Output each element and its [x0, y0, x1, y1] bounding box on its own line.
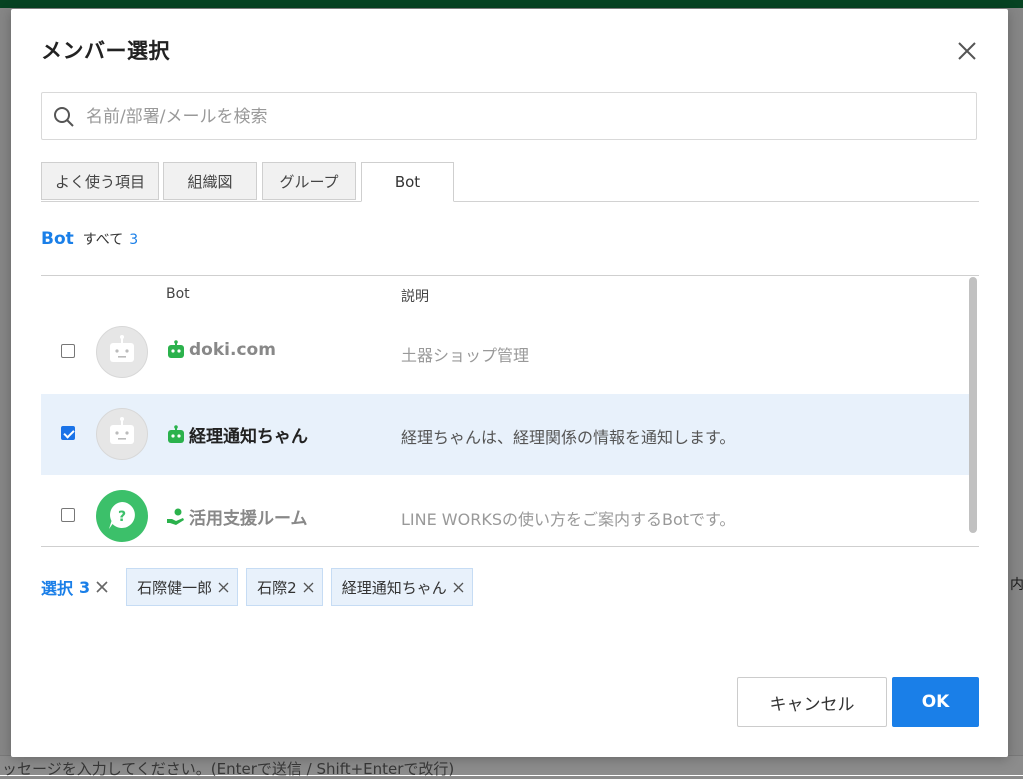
row-checkbox[interactable] [61, 426, 75, 440]
clear-selection-icon[interactable] [94, 579, 110, 595]
tab-bot[interactable]: Bot [361, 162, 454, 202]
ok-button[interactable]: OK [892, 677, 979, 727]
bot-name: 経理通知ちゃん [166, 422, 308, 447]
tab-org-chart[interactable]: 組織図 [163, 162, 257, 200]
section-header: Bot すべて 3 [41, 229, 138, 249]
robot-avatar-icon [96, 326, 148, 378]
chip-label: 石際2 [257, 578, 297, 597]
bot-icon [168, 340, 184, 358]
bot-name: 活用支援ルーム [166, 504, 308, 529]
tab-groups[interactable]: グループ [262, 162, 356, 200]
section-name: Bot [41, 229, 74, 249]
member-select-dialog: メンバー選択 よく使う項目 組織図 グループ Bot Bot すべて 3 Bot… [11, 9, 1008, 757]
bot-description: 経理ちゃんは、経理関係の情報を通知します。 [401, 428, 736, 447]
row-checkbox[interactable] [61, 344, 75, 358]
search-input[interactable] [84, 101, 958, 133]
bot-name-text: 活用支援ルーム [189, 509, 308, 529]
row-checkbox[interactable] [61, 508, 75, 522]
support-hand-icon [167, 508, 184, 525]
selection-count: 3 [79, 577, 91, 597]
close-button[interactable] [955, 39, 979, 63]
cancel-button[interactable]: キャンセル [737, 677, 887, 727]
section-count: 3 [129, 232, 139, 248]
table-scrollbar[interactable] [969, 277, 977, 533]
selection-bar: 選択 3 石際健一郎 石際2 経理通知ちゃん [41, 567, 473, 607]
tab-favorites[interactable]: よく使う項目 [41, 162, 159, 200]
tab-bar: よく使う項目 組織図 グループ Bot [41, 162, 979, 202]
section-all-label: すべて [82, 232, 124, 248]
robot-avatar-icon [96, 408, 148, 460]
selected-chip: 経理通知ちゃん [330, 568, 473, 606]
bot-description: LINE WORKSの使い方をご案内するBotです。 [401, 510, 736, 529]
table-row[interactable]: ? 活用支援ルーム LINE WORKSの使い方をご案内するBotです。 [41, 476, 971, 546]
bot-name-text: doki.com [189, 340, 276, 360]
search-icon [54, 107, 74, 127]
bot-name-text: 経理通知ちゃん [189, 427, 308, 447]
remove-chip-icon[interactable] [453, 582, 464, 593]
bot-icon [168, 424, 184, 443]
table-row[interactable]: doki.com 土器ショップ管理 [41, 312, 971, 393]
help-avatar-icon: ? [96, 490, 148, 542]
search-box [41, 92, 977, 140]
close-icon [958, 42, 976, 60]
remove-chip-icon[interactable] [218, 582, 229, 593]
selected-chip: 石際健一郎 [126, 568, 239, 606]
table-header: Bot 説明 [41, 276, 979, 312]
bot-name: doki.com [166, 340, 276, 360]
bot-table: Bot 説明 doki.com 土器ショップ管理 経理通知ちゃん 経理ちゃんは、… [41, 275, 979, 547]
selection-label: 選択 [41, 579, 74, 598]
header-bot: Bot [166, 286, 190, 302]
bot-description: 土器ショップ管理 [401, 346, 530, 365]
selected-chip: 石際2 [246, 568, 323, 606]
header-description: 説明 [401, 289, 429, 305]
chip-label: 経理通知ちゃん [341, 578, 447, 597]
dialog-title: メンバー選択 [41, 39, 170, 63]
table-row[interactable]: 経理通知ちゃん 経理ちゃんは、経理関係の情報を通知します。 [41, 394, 971, 475]
chip-label: 石際健一郎 [137, 578, 213, 597]
remove-chip-icon[interactable] [303, 582, 314, 593]
svg-text:?: ? [118, 509, 126, 525]
